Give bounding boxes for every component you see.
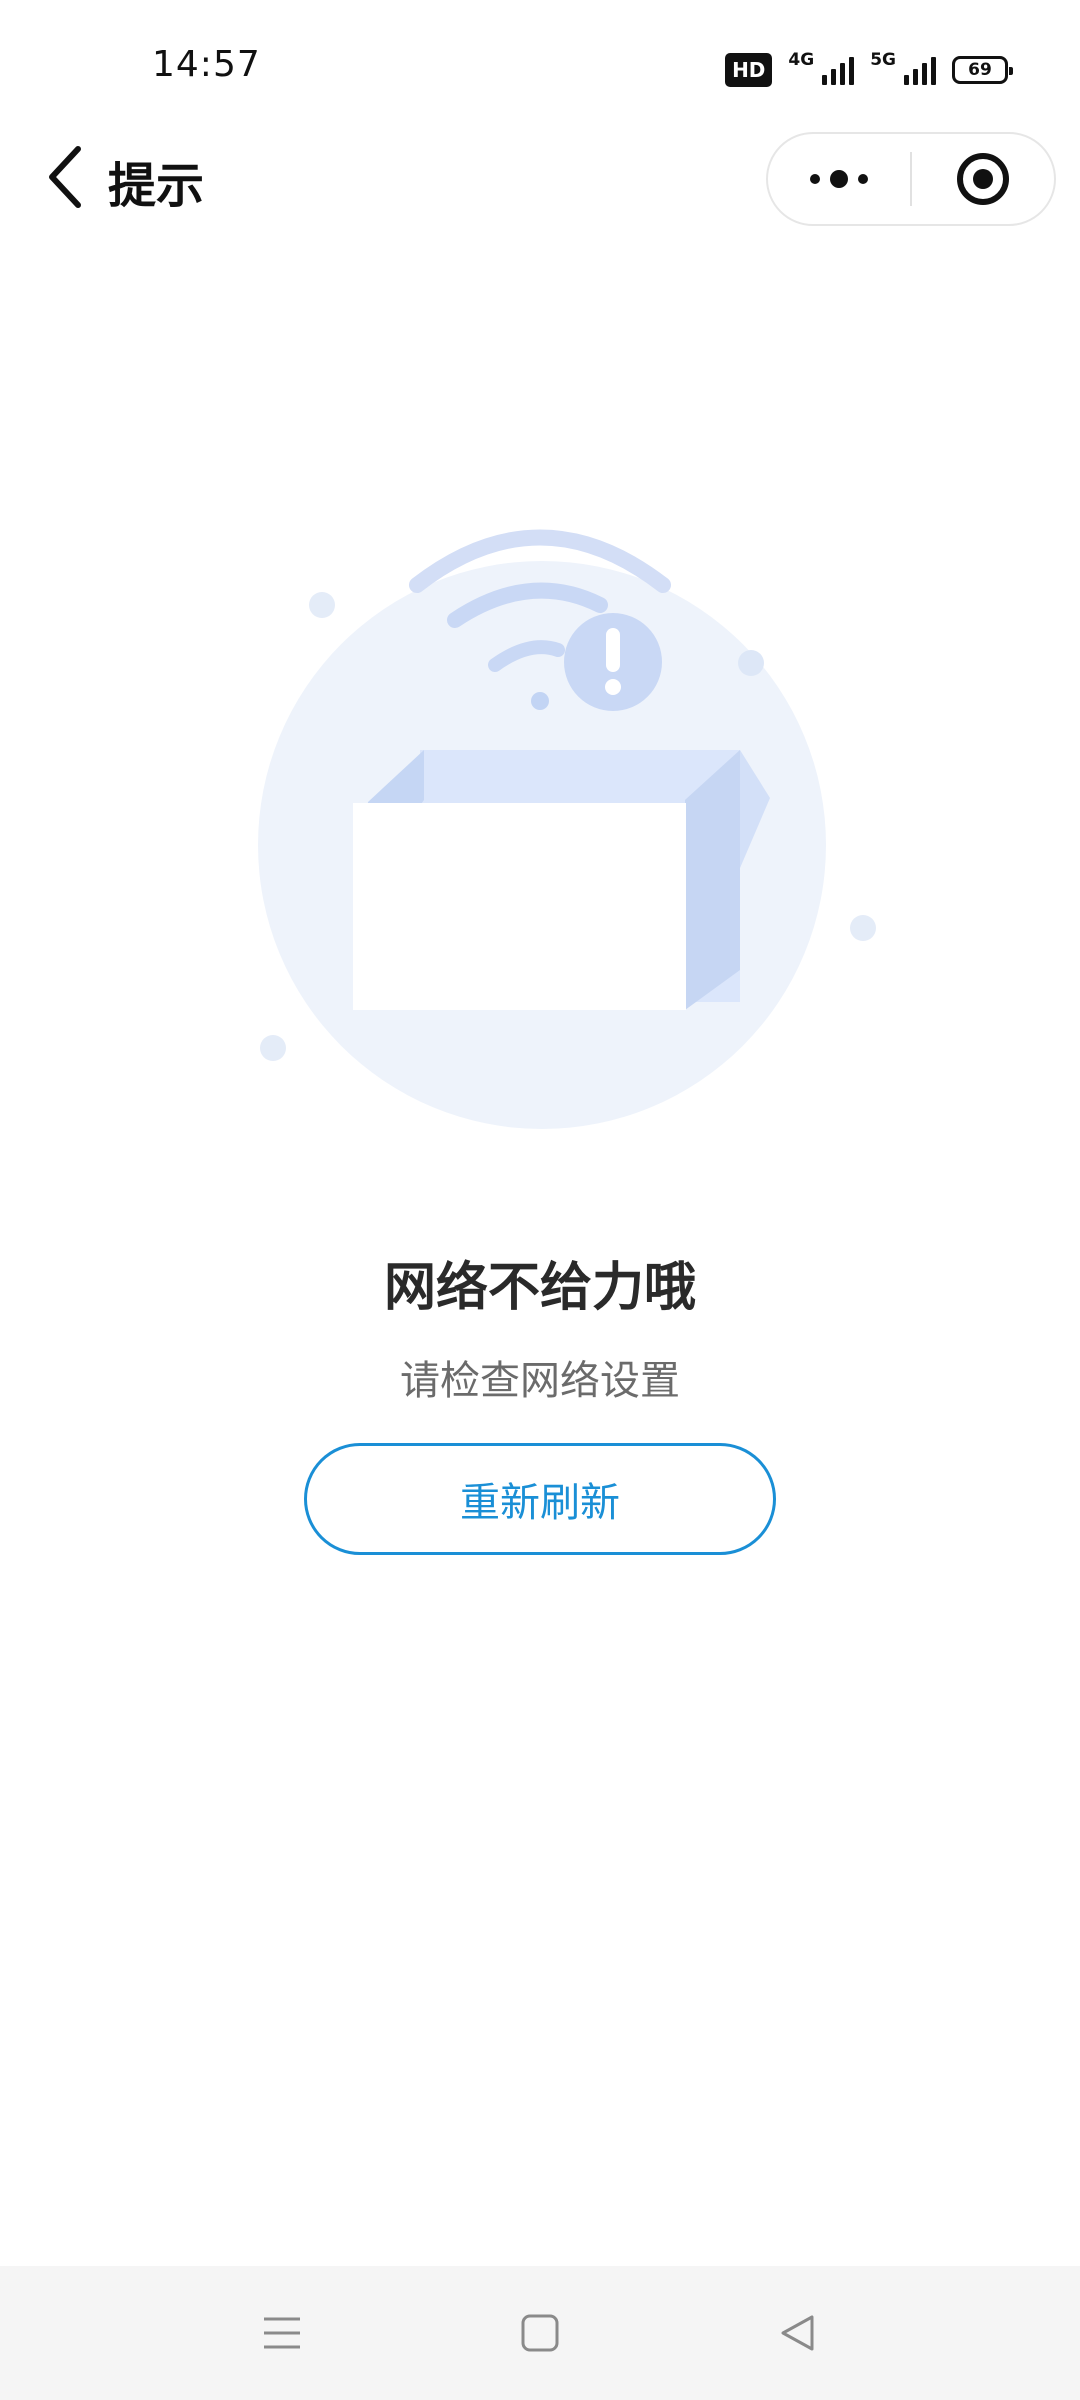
- triangle-back-icon: [781, 2315, 814, 2351]
- square-home-icon: [521, 2314, 559, 2352]
- menu-lines-icon: [264, 2317, 300, 2349]
- mini-program-capsule: [766, 132, 1056, 226]
- system-back-button[interactable]: [768, 2306, 828, 2360]
- no-network-box-illustration: [258, 529, 876, 1129]
- back-button[interactable]: [36, 142, 96, 212]
- signal-5g-icon: [904, 55, 936, 85]
- error-title: 网络不给力哦: [383, 1258, 696, 1318]
- recent-apps-button[interactable]: [252, 2306, 312, 2360]
- battery-icon: 69: [952, 56, 1013, 84]
- nav-bar: 提示: [0, 132, 1080, 226]
- more-button[interactable]: [768, 134, 910, 224]
- page-title: 提示: [108, 158, 205, 214]
- more-dots-icon: [810, 170, 868, 188]
- hd-badge: HD: [725, 53, 773, 87]
- status-indicators: HD 4G 5G 69: [725, 50, 1013, 90]
- target-circle-icon: [956, 153, 1009, 205]
- no-network-illustration: [240, 510, 900, 1150]
- error-subtitle: 请检查网络设置: [400, 1358, 680, 1404]
- close-button[interactable]: [912, 134, 1054, 224]
- chevron-left-icon: [49, 146, 81, 208]
- battery-level: 69: [968, 60, 992, 80]
- status-time: 14:57: [152, 44, 261, 85]
- system-nav-bar: [0, 2266, 1080, 2400]
- status-bar: 14:57 HD 4G 5G 69: [0, 0, 1080, 132]
- network-4g-label: 4G: [788, 50, 815, 70]
- refresh-button[interactable]: 重新刷新: [304, 1443, 776, 1555]
- home-button[interactable]: [510, 2306, 570, 2360]
- network-5g-label: 5G: [870, 50, 896, 70]
- signal-4g-icon: [822, 55, 855, 85]
